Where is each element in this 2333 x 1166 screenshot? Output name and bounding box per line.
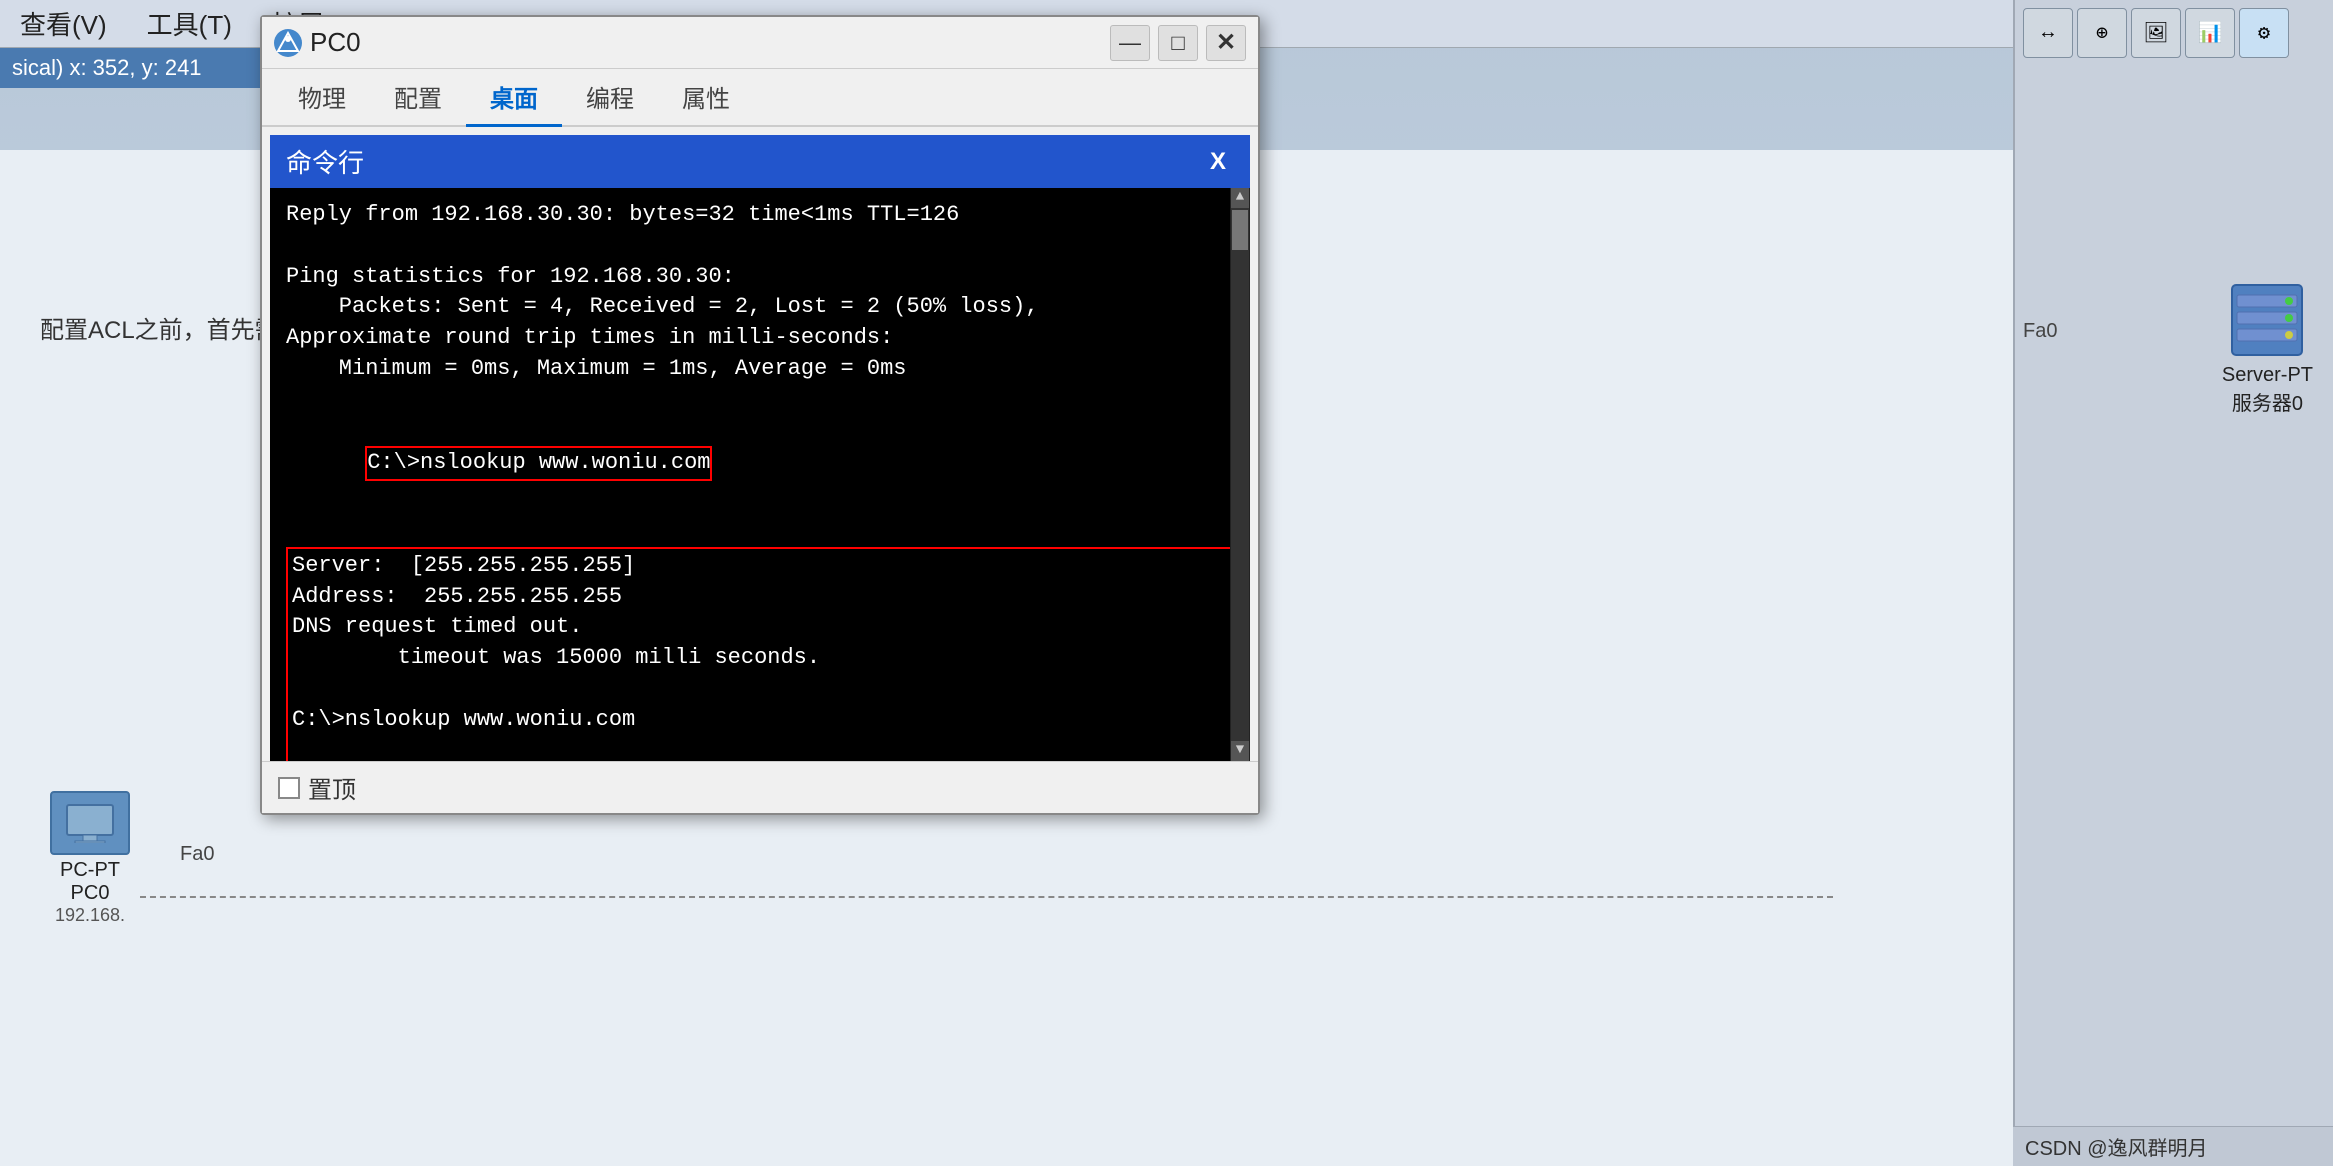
nslookup-result-box: Server: [255.255.255.255] Address: 255.2… (286, 547, 1234, 761)
tab-config[interactable]: 配置 (370, 69, 466, 127)
tab-programming[interactable]: 编程 (562, 69, 658, 127)
dialog-bottom: 置顶 (262, 761, 1258, 813)
toolbar-btn-4[interactable]: 📊 (2185, 8, 2235, 58)
right-toolbar: ↔ ⊕ 🖼 📊 ⚙ Fa0 Server-PT 服务器0 (2013, 0, 2333, 1166)
cmd-title: 命令行 (286, 143, 364, 180)
terminal-server1: Server: [255.255.255.255] (292, 551, 1228, 582)
menu-view[interactable]: 查看(V) (12, 1, 115, 46)
terminal-timeout: timeout was 15000 milli seconds. (292, 643, 1228, 674)
toolbar-btn-2[interactable]: ⊕ (2077, 8, 2127, 58)
terminal-address1: Address: 255.255.255.255 (292, 582, 1228, 613)
coords-label: sical) x: 352, y: 241 (12, 55, 202, 80)
terminal-line-5: Approximate round trip times in milli-se… (286, 323, 1234, 354)
dialog-tabs: 物理 配置 桌面 编程 属性 (262, 69, 1258, 127)
fa0-left-label: Fa0 (180, 843, 214, 866)
dialog-title-icon (274, 29, 302, 57)
pc-label-name: PC0 (50, 882, 130, 905)
scroll-thumb[interactable] (1232, 210, 1248, 250)
terminal-line-1: Reply from 192.168.30.30: bytes=32 time<… (286, 200, 1234, 231)
topmost-checkbox[interactable] (278, 777, 300, 799)
terminal-line-4: Packets: Sent = 4, Received = 2, Lost = … (286, 292, 1234, 323)
scroll-down-btn[interactable]: ▼ (1231, 741, 1249, 761)
toolbar-btn-3[interactable]: 🖼 (2131, 8, 2181, 58)
dialog-title-controls: — □ ✕ (1110, 25, 1246, 61)
dialog-titlebar: PC0 — □ ✕ (262, 17, 1258, 69)
scroll-up-btn[interactable]: ▲ (1231, 188, 1249, 208)
topmost-label: 置顶 (308, 770, 356, 805)
tab-desktop[interactable]: 桌面 (466, 69, 562, 127)
pc-element: PC-PT PC0 192.168. (50, 791, 130, 926)
terminal-line-2 (286, 231, 1234, 262)
dialog-window: PC0 — □ ✕ 物理 配置 桌面 编程 属性 命令行 X Reply fro… (260, 15, 1260, 815)
terminal-line-blank1 (286, 385, 1234, 416)
server-label-type: Server-PT (2222, 364, 2313, 387)
terminal-blank3 (292, 674, 1228, 705)
pc-icon (50, 791, 130, 855)
scroll-track (1231, 208, 1249, 741)
minimize-button[interactable]: — (1110, 25, 1150, 61)
cmd-header: 命令行 X (270, 135, 1250, 188)
toolbar-btn-1[interactable]: ↔ (2023, 8, 2073, 58)
server-element: Server-PT 服务器0 (2222, 280, 2313, 416)
server-icon (2227, 280, 2307, 360)
terminal-line-blank2 (286, 512, 1234, 543)
cmd-close-button[interactable]: X (1202, 148, 1234, 176)
fa0-right-label: Fa0 (2023, 320, 2057, 343)
server-label-name: 服务器0 (2222, 387, 2313, 416)
pc-ip: 192.168. (50, 905, 130, 926)
terminal-line-6: Minimum = 0ms, Maximum = 1ms, Average = … (286, 354, 1234, 385)
coords-bar: sical) x: 352, y: 241 (0, 48, 280, 88)
status-text: CSDN @逸风群明月 (2025, 1132, 2208, 1161)
terminal-nslookup2-cmd: C:\>nslookup www.woniu.com (292, 705, 1228, 736)
toolbar-btn-5[interactable]: ⚙ (2239, 8, 2289, 58)
terminal-dns: DNS request timed out. (292, 612, 1228, 643)
terminal-line-3: Ping statistics for 192.168.30.30: (286, 262, 1234, 293)
terminal-nslookup1-cmd: C:\>nslookup www.woniu.com (286, 416, 1234, 512)
close-button[interactable]: ✕ (1206, 25, 1246, 61)
tab-physics[interactable]: 物理 (274, 69, 370, 127)
dialog-title-text: PC0 (310, 27, 361, 58)
menu-tools[interactable]: 工具(T) (139, 1, 240, 46)
dialog-title-left: PC0 (274, 27, 361, 58)
tab-properties[interactable]: 属性 (658, 69, 754, 127)
status-bar: CSDN @逸风群明月 (2013, 1126, 2333, 1166)
pc-label-type: PC-PT (50, 859, 130, 882)
terminal-scrollbar[interactable]: ▲ ▼ (1230, 188, 1250, 761)
nslookup1-cmd-box: C:\>nslookup www.woniu.com (365, 446, 712, 481)
connection-line (140, 896, 1833, 898)
terminal[interactable]: Reply from 192.168.30.30: bytes=32 time<… (270, 188, 1250, 761)
maximize-button[interactable]: □ (1158, 25, 1198, 61)
terminal-blank4 (292, 736, 1228, 761)
